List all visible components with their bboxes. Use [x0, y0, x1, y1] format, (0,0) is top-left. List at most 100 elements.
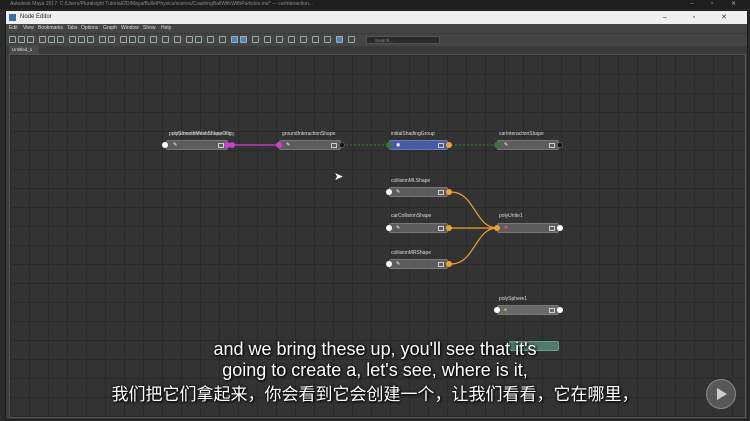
menu-window[interactable]: Window — [121, 24, 139, 33]
node-label-poly-sphere: polySphere1 — [499, 296, 528, 302]
node-editor-window-controls[interactable]: – ▫ ✕ — [663, 11, 739, 24]
bookmark-icon[interactable] — [150, 36, 157, 43]
node-expand-icon[interactable] — [438, 190, 444, 195]
menu-bookmarks[interactable]: Bookmarks — [38, 24, 63, 33]
poly-unite-icon: ✚ — [504, 225, 509, 231]
maya-window-title: Autodesk Maya 2017: C:/Users/Pluralsight… — [10, 1, 313, 7]
node-poly-smooth-orig[interactable]: ✎ — [166, 140, 228, 150]
toggle-icon-i[interactable] — [348, 36, 355, 43]
node-label-car-collision: carCollisionShape — [391, 213, 432, 219]
clear-graph-icon[interactable] — [57, 36, 64, 43]
toggle-icon-g[interactable] — [324, 36, 331, 43]
connected-mode-icon[interactable] — [108, 36, 115, 43]
port-in[interactable] — [494, 225, 500, 231]
rearrange-icon[interactable] — [69, 36, 76, 43]
node-expand-icon[interactable] — [331, 143, 337, 148]
mesh-icon: ✎ — [173, 142, 178, 148]
add-nodes-icon[interactable] — [39, 36, 46, 43]
node-poly-sphere1[interactable]: ● — [497, 305, 559, 315]
toggle-icon-h[interactable] — [336, 36, 343, 43]
mesh-icon: ✎ — [504, 142, 509, 148]
grid-toggle-icon[interactable] — [162, 36, 169, 43]
toggle-icon-d[interactable] — [288, 36, 295, 43]
node-editor-title: Node Editor — [20, 14, 52, 20]
port-out[interactable] — [557, 225, 563, 231]
node-expand-icon[interactable] — [438, 262, 444, 267]
menu-options[interactable]: Options — [81, 24, 98, 33]
node-label-ground: groundInteractionShape — [282, 131, 336, 137]
menu-show[interactable]: Show — [143, 24, 156, 33]
node-car-interaction-shape[interactable]: ✎ — [497, 140, 559, 150]
toggle-icon-e[interactable] — [300, 36, 307, 43]
window-controls[interactable]: – ▫ ✕ — [690, 0, 744, 9]
port-in[interactable] — [494, 307, 500, 313]
node-expand-icon[interactable] — [438, 226, 444, 231]
shading-group-icon: ◉ — [396, 142, 401, 148]
node-editor-app-icon — [9, 14, 16, 21]
port-out[interactable] — [446, 142, 452, 148]
mesh-icon: ✎ — [396, 225, 401, 231]
port-in[interactable] — [386, 261, 392, 267]
tab-untitled-1[interactable]: Untitled_1 — [9, 46, 39, 54]
snap-grid-icon[interactable] — [174, 36, 181, 43]
menu-help[interactable]: Help — [161, 24, 171, 33]
remove-nodes-icon[interactable] — [48, 36, 55, 43]
node-car-collision-shape[interactable]: ✎ — [389, 223, 448, 233]
node-initial-shading-group[interactable]: ◉ — [389, 140, 448, 150]
shape-display-icon[interactable] — [195, 36, 202, 43]
frame-all-icon[interactable] — [78, 36, 85, 43]
attribute-filter-icon[interactable] — [138, 36, 145, 43]
port-out[interactable] — [557, 307, 563, 313]
sync-icon[interactable] — [240, 36, 247, 43]
menu-view[interactable]: View — [23, 24, 34, 33]
node-label-orig-overlap: polySmoothMeshShapeOrig — [172, 131, 235, 137]
node-collision-mr-shape[interactable]: ✎ — [389, 259, 448, 269]
tab-bar: Untitled_1 — [6, 46, 747, 54]
pin-icon[interactable] — [186, 36, 193, 43]
swatch-icon[interactable] — [207, 36, 214, 43]
video-frame: Autodesk Maya 2017: C:/Users/Pluralsight… — [0, 0, 750, 421]
node-ground-interaction-shape[interactable]: ✎ — [279, 140, 341, 150]
graph-input-output-icon[interactable] — [9, 36, 16, 43]
node-expand-icon[interactable] — [549, 143, 555, 148]
port-out[interactable] — [446, 189, 452, 195]
node-editor-title-bar: Node Editor – ▫ ✕ — [6, 11, 747, 24]
toggle-icon-c[interactable] — [276, 36, 283, 43]
menu-edit[interactable]: Edit — [9, 24, 18, 33]
toggle-icon-f[interactable] — [312, 36, 319, 43]
frame-selected-icon[interactable] — [87, 36, 94, 43]
port-in[interactable] — [386, 225, 392, 231]
port-out[interactable] — [339, 142, 345, 148]
node-collision-ml-shape[interactable]: ✎ — [389, 187, 448, 197]
toggle-icon-b[interactable] — [264, 36, 271, 43]
port-in[interactable] — [276, 142, 282, 148]
node-expand-icon[interactable] — [549, 308, 555, 313]
simple-mode-icon[interactable] — [99, 36, 106, 43]
node-expand-icon[interactable] — [549, 226, 555, 231]
full-mode-icon[interactable] — [120, 36, 127, 43]
search-input[interactable]: Search... — [366, 36, 440, 44]
highlight-icon[interactable] — [231, 36, 238, 43]
play-button-icon[interactable] — [706, 379, 736, 409]
port-out[interactable] — [557, 142, 563, 148]
subtitle-line-1: and we bring these up, you'll see that i… — [213, 339, 537, 359]
port-in[interactable] — [494, 142, 500, 148]
port-in[interactable] — [386, 189, 392, 195]
port-out[interactable] — [229, 142, 235, 148]
toolbar: Search... — [6, 33, 747, 47]
graph-output-icon[interactable] — [27, 36, 34, 43]
graph-input-icon[interactable] — [18, 36, 25, 43]
node-poly-unite1[interactable]: ✚ — [497, 223, 559, 233]
port-in[interactable] — [162, 142, 168, 148]
custom-mode-icon[interactable] — [129, 36, 136, 43]
port-out[interactable] — [446, 225, 452, 231]
toggle-icon-a[interactable] — [252, 36, 259, 43]
menu-graph[interactable]: Graph — [103, 24, 117, 33]
mesh-icon: ✎ — [396, 189, 401, 195]
node-expand-icon[interactable] — [438, 143, 444, 148]
layout-icon[interactable] — [219, 36, 226, 43]
port-out[interactable] — [446, 261, 452, 267]
port-in[interactable] — [386, 142, 392, 148]
mesh-icon: ✎ — [396, 261, 401, 267]
menu-tabs[interactable]: Tabs — [67, 24, 78, 33]
